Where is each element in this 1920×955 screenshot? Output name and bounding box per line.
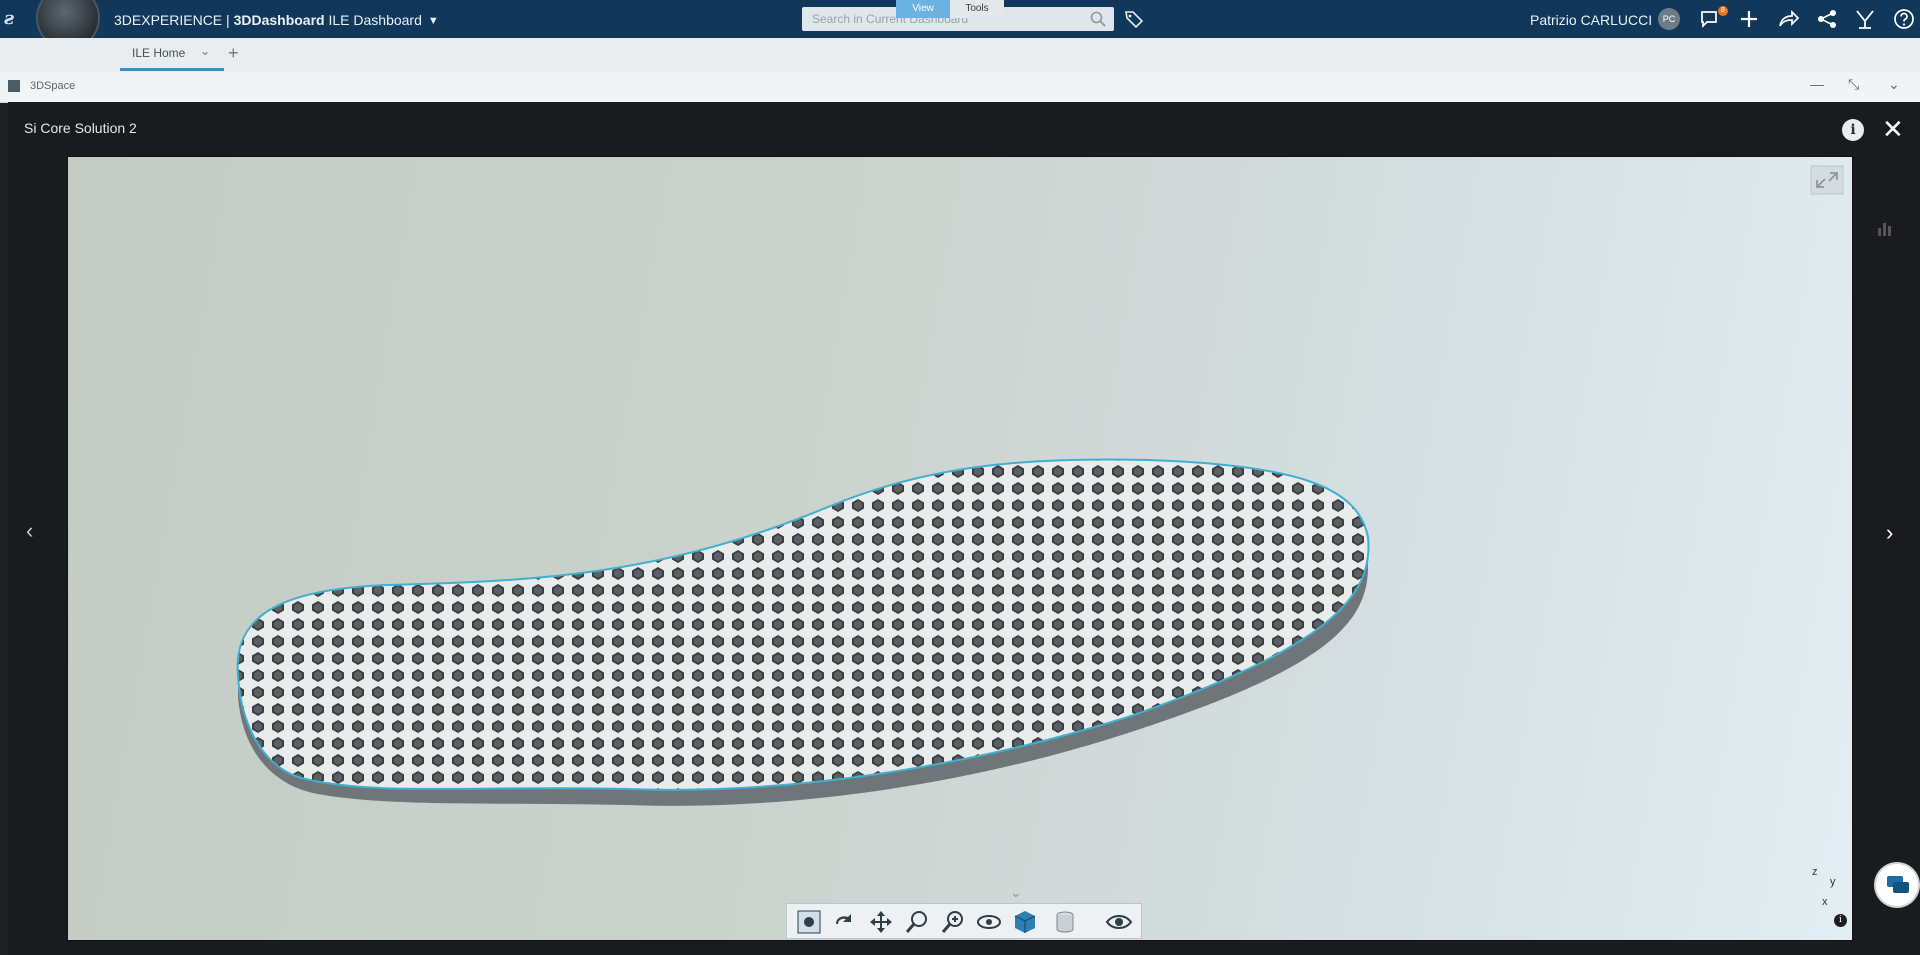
tab-label: ILE Home bbox=[132, 46, 186, 60]
tab-ile-home[interactable]: ILE Home ⌄ bbox=[120, 38, 224, 71]
collapse-icon[interactable]: ⤡ bbox=[1848, 76, 1859, 93]
brand-app: 3DDashboard bbox=[233, 12, 325, 28]
viewer-title: Si Core Solution 2 bbox=[24, 120, 137, 136]
next-arrow-icon[interactable]: › bbox=[1886, 520, 1893, 546]
info-icon[interactable]: i bbox=[1842, 119, 1864, 141]
look-at-icon[interactable] bbox=[975, 908, 1003, 936]
zoom-area-icon[interactable] bbox=[903, 908, 931, 936]
view-toolbar bbox=[786, 903, 1142, 939]
expand-icon[interactable] bbox=[1810, 165, 1844, 195]
3d-canvas[interactable] bbox=[68, 157, 1852, 940]
insole-model bbox=[236, 458, 1370, 806]
brand-dashboard: ILE Dashboard bbox=[324, 12, 422, 28]
cylinder-icon[interactable] bbox=[1051, 908, 1079, 936]
avatar[interactable]: PC bbox=[1658, 8, 1680, 30]
cube-icon[interactable] bbox=[1011, 908, 1039, 936]
chevron-down-icon[interactable]: ▼ bbox=[428, 15, 439, 27]
minimize-icon[interactable]: — bbox=[1810, 76, 1824, 92]
tag-icon[interactable] bbox=[1124, 10, 1144, 28]
axis-y-label: y bbox=[1830, 876, 1836, 888]
axis-x-label: x bbox=[1822, 896, 1828, 908]
pan-icon[interactable] bbox=[867, 908, 895, 936]
widget-title: 3DSpace bbox=[30, 80, 76, 92]
tab-view[interactable]: View bbox=[896, 0, 950, 18]
rotate-icon[interactable] bbox=[831, 908, 859, 936]
widget-header: 3DSpace — ⤡ ⌄ bbox=[0, 72, 1920, 103]
tab-tools[interactable]: Tools bbox=[950, 0, 1004, 18]
visibility-icon[interactable] bbox=[1105, 908, 1133, 936]
chevron-down-icon[interactable]: ⌄ bbox=[200, 44, 210, 58]
user-name[interactable]: Patrizio CARLUCCI bbox=[1530, 12, 1652, 28]
search-icon[interactable] bbox=[1090, 11, 1106, 27]
widget-app-icon bbox=[8, 80, 20, 92]
brand-prefix: 3DEXPERIENCE | bbox=[114, 12, 234, 28]
axis-z-label: z bbox=[1812, 866, 1818, 878]
close-icon[interactable]: ✕ bbox=[1882, 114, 1904, 145]
notification-badge: 8 bbox=[1718, 6, 1728, 16]
network-icon[interactable] bbox=[1815, 8, 1839, 30]
tools-icon[interactable] bbox=[1853, 8, 1877, 30]
chat-icon[interactable] bbox=[1876, 864, 1918, 906]
ds-logo: ƨ bbox=[4, 8, 15, 29]
chevron-down-icon[interactable]: ⌄ bbox=[1010, 884, 1022, 901]
help-icon[interactable] bbox=[1892, 8, 1916, 30]
fit-all-icon[interactable] bbox=[795, 908, 823, 936]
share-icon[interactable] bbox=[1776, 8, 1800, 30]
previous-arrow-icon[interactable]: ‹ bbox=[26, 518, 33, 544]
add-tab-button[interactable]: + bbox=[228, 43, 239, 64]
chevron-down-icon[interactable]: ⌄ bbox=[1888, 76, 1900, 93]
info-icon[interactable]: i bbox=[1834, 914, 1847, 927]
hex-lattice bbox=[237, 459, 1369, 790]
app-brand[interactable]: 3DEXPERIENCE | 3DDashboard ILE Dashboard… bbox=[114, 12, 439, 28]
bar-chart-icon[interactable] bbox=[1876, 218, 1896, 236]
dashboard-tab-bar: ILE Home ⌄ + bbox=[0, 38, 1920, 72]
zoom-icon[interactable] bbox=[939, 908, 967, 936]
plus-icon[interactable] bbox=[1737, 8, 1761, 30]
